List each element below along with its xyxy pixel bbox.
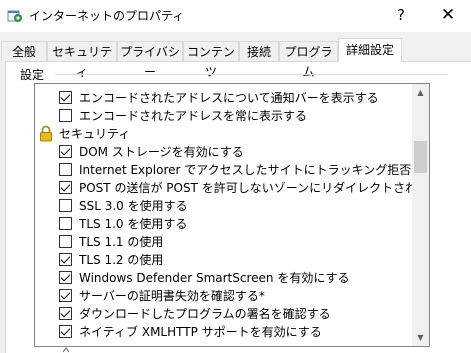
settings-option[interactable]: サーバーの証明書失効を確認する*	[35, 287, 413, 305]
settings-option-label: エンコードされたアドレスについて通知バーを表示する	[79, 91, 379, 105]
checkbox-checked[interactable]	[59, 253, 72, 266]
settings-option-label: DOM ストレージを有効にする	[79, 145, 244, 159]
checkbox-checked[interactable]	[59, 181, 72, 194]
tab-privacy[interactable]: プライバシー	[117, 41, 183, 79]
checkbox-unchecked[interactable]	[59, 199, 72, 212]
settings-category: セキュリティ	[35, 125, 413, 143]
checkbox-unchecked[interactable]	[59, 109, 72, 122]
settings-option-label: TLS 1.2 の使用	[79, 253, 164, 267]
lock-icon	[40, 125, 52, 142]
vertical-scrollbar[interactable]: ▲ ▼	[412, 84, 429, 346]
settings-option-label: セキュリティ	[59, 127, 131, 141]
tab-advanced[interactable]: 詳細設定	[338, 38, 402, 62]
settings-option[interactable]: ネイティブ XMLHTTP サポートを有効にする	[35, 323, 413, 341]
checkbox-unchecked[interactable]	[59, 217, 72, 230]
settings-option[interactable]: TLS 1.2 の使用	[35, 251, 413, 269]
group-divider	[55, 74, 447, 75]
tab-general[interactable]: 全般	[1, 41, 47, 61]
settings-option-label: ダウンロードしたプログラムの署名を確認する	[79, 307, 331, 321]
tab-connections[interactable]: 接続	[239, 41, 279, 61]
checkbox-unchecked[interactable]	[59, 163, 72, 176]
settings-option[interactable]: SSL 3.0 を使用する	[35, 197, 413, 215]
close-button[interactable]: ✕	[425, 0, 471, 32]
settings-option-label: ネイティブ XMLHTTP サポートを有効にする	[79, 325, 322, 339]
settings-option-label: POST の送信が POST を許可しないゾーンにリダイレクトされた場合に警告	[79, 181, 429, 195]
checkbox-checked[interactable]	[59, 145, 72, 158]
settings-option[interactable]: DOM ストレージを有効にする	[35, 143, 413, 161]
settings-rows: エンコードされたアドレスについて通知バーを表示する エンコードされたアドレスを常に…	[35, 89, 429, 341]
settings-option[interactable]: エンコードされたアドレスについて通知バーを表示する	[35, 89, 413, 107]
tab-programs[interactable]: プログラム	[279, 41, 338, 79]
window-title: インターネットのプロパティ	[29, 9, 185, 23]
checkbox-checked[interactable]	[59, 289, 72, 302]
scroll-thumb[interactable]	[414, 141, 427, 173]
checkbox-checked[interactable]	[59, 91, 72, 104]
tab-strip: 全般 セキュリティ プライバシー コンテンツ 接続 プログラム 詳細設定	[0, 38, 471, 79]
internet-options-icon	[7, 10, 22, 22]
title-bar: インターネットのプロパティ ? ✕	[0, 0, 471, 32]
settings-option-label: TLS 1.0 を使用する	[79, 217, 188, 231]
checkbox-checked[interactable]	[59, 307, 72, 320]
settings-option-label: エンコードされたアドレスを常に表示する	[79, 109, 308, 123]
settings-option[interactable]: TLS 1.1 の使用	[35, 233, 413, 251]
settings-group-label: 設定	[20, 68, 45, 82]
cut-off-item-icon	[62, 347, 70, 353]
settings-option-label: Windows Defender SmartScreen を有効にする	[79, 271, 350, 285]
help-button[interactable]: ?	[378, 0, 424, 32]
checkbox-checked[interactable]	[59, 325, 72, 338]
settings-option-label: サーバーの証明書失効を確認する*	[79, 289, 265, 303]
checkbox-checked[interactable]	[59, 271, 72, 284]
settings-option-label: SSL 3.0 を使用する	[79, 199, 188, 213]
scroll-down-arrow-icon[interactable]: ▼	[412, 329, 429, 346]
settings-option[interactable]: ダウンロードしたプログラムの署名を確認する	[35, 305, 413, 323]
settings-option[interactable]: Internet Explorer でアクセスしたサイトにトラッキング拒否要求を…	[35, 161, 429, 179]
settings-option-label: TLS 1.1 の使用	[79, 235, 164, 249]
settings-list[interactable]: エンコードされたアドレスについて通知バーを表示する エンコードされたアドレスを常に…	[34, 83, 430, 347]
settings-option[interactable]: TLS 1.0 を使用する	[35, 215, 413, 233]
settings-option-label: Internet Explorer でアクセスしたサイトにトラッキング拒否要求を…	[79, 163, 429, 177]
settings-option[interactable]: POST の送信が POST を許可しないゾーンにリダイレクトされた場合に警告	[35, 179, 429, 197]
settings-option[interactable]: Windows Defender SmartScreen を有効にする	[35, 269, 413, 287]
checkbox-unchecked[interactable]	[59, 235, 72, 248]
tab-security[interactable]: セキュリティ	[47, 41, 117, 79]
settings-option[interactable]: エンコードされたアドレスを常に表示する	[35, 107, 413, 125]
scroll-up-arrow-icon[interactable]: ▲	[412, 84, 429, 101]
tab-content[interactable]: コンテンツ	[183, 41, 239, 79]
